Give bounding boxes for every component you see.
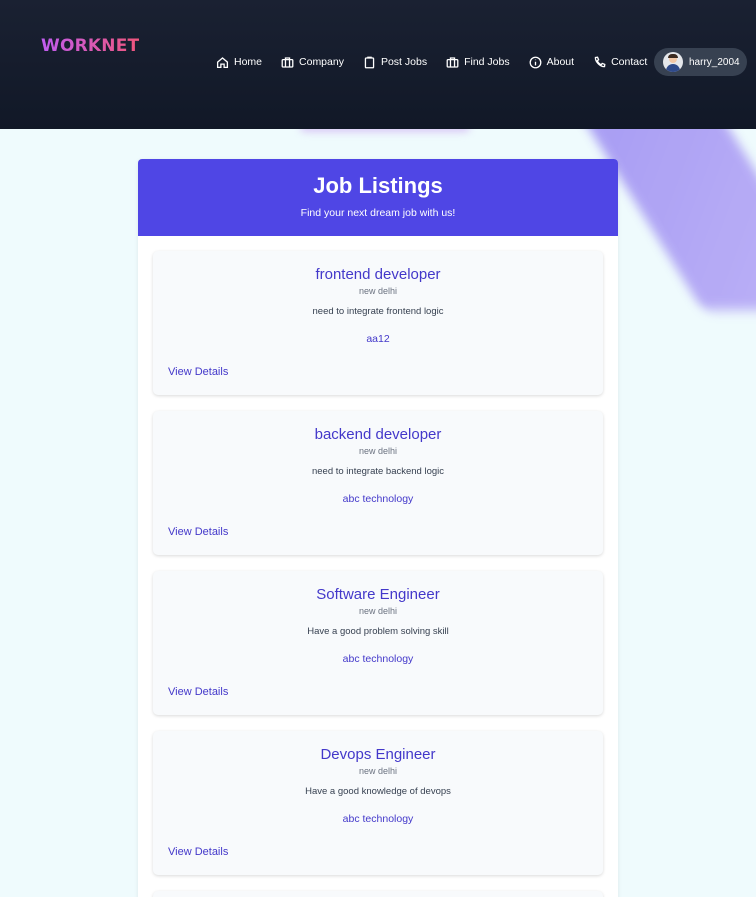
- job-location: new delhi: [358, 286, 398, 296]
- nav-contact-label: Contact: [611, 56, 648, 68]
- clipboard-icon: [364, 56, 375, 68]
- nav-contact[interactable]: Contact: [593, 56, 647, 69]
- nav-home-label: Home: [234, 56, 263, 68]
- job-location: new delhi: [358, 446, 398, 456]
- view-details-link[interactable]: View Details: [168, 366, 228, 378]
- home-icon: [216, 56, 229, 68]
- job-location: new delhi: [358, 606, 398, 616]
- briefcase-icon: [281, 56, 294, 68]
- nav-about-label: About: [546, 56, 575, 68]
- job-description: need to integrate backend logic: [311, 466, 445, 477]
- job-company: abc technology: [342, 653, 414, 665]
- username: harry_2004: [689, 56, 740, 68]
- site-header: WORKNET Home Company Post Jobs Find Jobs…: [0, 0, 756, 129]
- info-icon: [529, 56, 542, 68]
- view-details-link[interactable]: View Details: [168, 686, 228, 698]
- job-title: frontend developer: [315, 266, 441, 283]
- job-card: frontend developer new delhi need to int…: [153, 251, 603, 395]
- job-description: Have a good problem solving skill: [307, 626, 449, 637]
- nav-find-jobs-label: Find Jobs: [464, 56, 510, 68]
- job-title: backend developer: [314, 426, 442, 443]
- nav-home[interactable]: Home: [216, 56, 262, 69]
- job-company: abc technology: [342, 493, 414, 505]
- phone-icon: [594, 56, 606, 67]
- job-title: Software Engineer: [316, 586, 440, 603]
- nav-find-jobs[interactable]: Find Jobs: [446, 56, 510, 69]
- job-location: new delhi: [358, 766, 398, 776]
- main-nav: Home Company Post Jobs Find Jobs About C…: [216, 47, 666, 77]
- nav-post-jobs-label: Post Jobs: [380, 56, 428, 68]
- job-card: backend developer new delhi need to inte…: [153, 411, 603, 555]
- logo[interactable]: WORKNET: [41, 36, 139, 56]
- listings-header: Job Listings Find your next dream job wi…: [138, 159, 618, 236]
- page-subtitle: Find your next dream job with us!: [300, 207, 456, 219]
- job-card: Devops Engineer new delhi Have a good kn…: [153, 731, 603, 875]
- nav-company-label: Company: [299, 56, 344, 68]
- avatar: [663, 52, 683, 72]
- job-description: need to integrate frontend logic: [312, 306, 444, 317]
- job-card: Software Engineer new delhi Have a good …: [153, 571, 603, 715]
- job-company: abc technology: [342, 813, 414, 825]
- view-details-link[interactable]: View Details: [168, 526, 228, 538]
- job-description: Have a good knowledge of devops: [305, 786, 451, 797]
- briefcase-icon: [446, 56, 459, 68]
- job-title: Devops Engineer: [320, 746, 436, 763]
- job-card: [153, 891, 603, 897]
- page-title: Job Listings: [313, 173, 443, 198]
- job-listings-panel: Job Listings Find your next dream job wi…: [138, 159, 618, 897]
- nav-post-jobs[interactable]: Post Jobs: [363, 56, 427, 69]
- job-company: aa12: [366, 333, 390, 345]
- nav-about[interactable]: About: [529, 56, 574, 69]
- user-menu-button[interactable]: harry_2004: [654, 48, 747, 76]
- nav-company[interactable]: Company: [281, 56, 344, 69]
- view-details-link[interactable]: View Details: [168, 846, 228, 858]
